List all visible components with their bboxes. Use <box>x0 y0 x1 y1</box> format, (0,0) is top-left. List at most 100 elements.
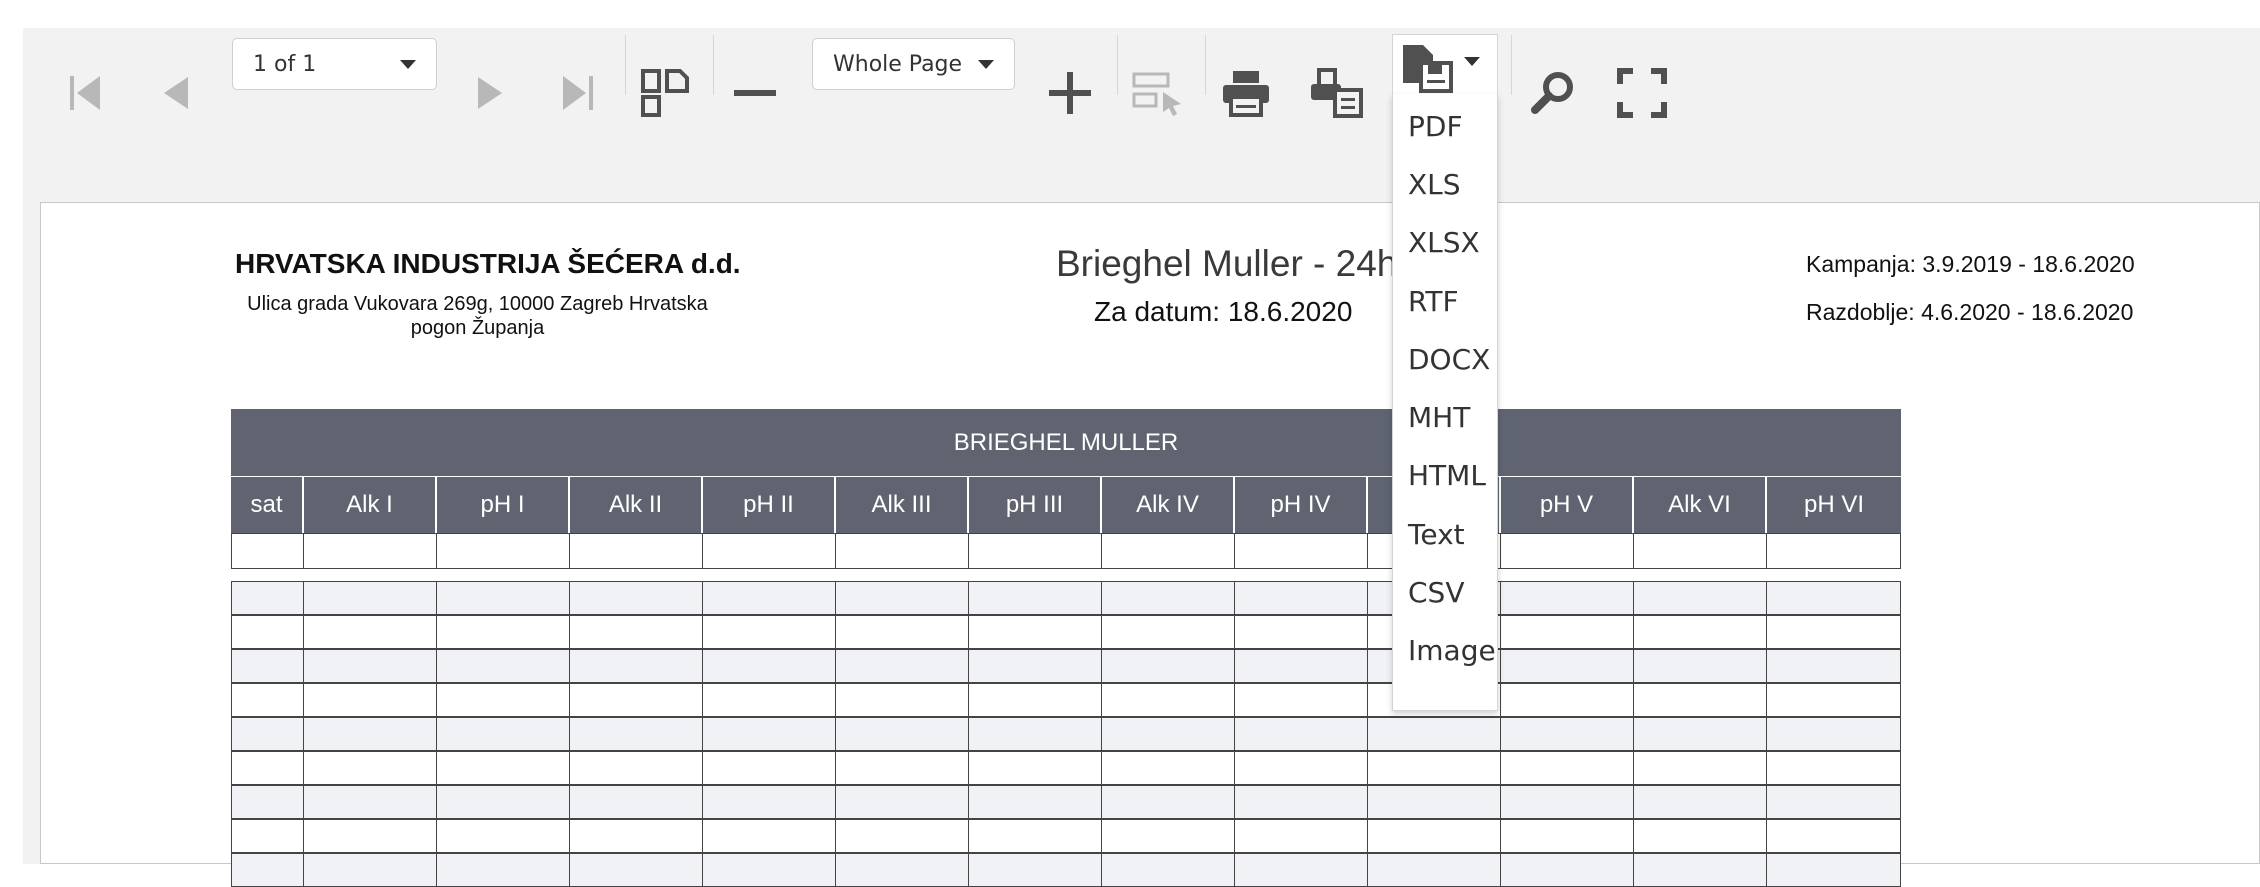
zoom-selector[interactable]: Whole Page <box>812 38 1015 90</box>
export-button[interactable] <box>1392 34 1498 94</box>
table-cell <box>1235 820 1368 852</box>
table-cell <box>836 752 969 784</box>
zoom-selector-value: Whole Page <box>833 51 963 77</box>
table-cell <box>570 820 703 852</box>
last-page-button[interactable] <box>545 61 609 125</box>
table-cell <box>1102 582 1235 614</box>
table-cell <box>703 854 836 886</box>
table-cell <box>1501 854 1634 886</box>
table-cell <box>1368 752 1501 784</box>
table-row <box>231 615 1901 649</box>
column-header: Alk II <box>570 477 703 533</box>
page-selector[interactable]: 1 of 1 <box>232 38 437 90</box>
table-cell <box>703 582 836 614</box>
toolbar-separator <box>1205 35 1206 95</box>
table-cell <box>1102 854 1235 886</box>
table-cell <box>1235 534 1368 568</box>
table-row <box>231 533 1901 569</box>
table-cell <box>1501 616 1634 648</box>
table-cell <box>437 582 570 614</box>
table-cell <box>703 718 836 750</box>
table-cell <box>836 582 969 614</box>
fullscreen-button[interactable] <box>1610 61 1674 125</box>
printer-icon <box>1223 71 1269 117</box>
export-menu-item[interactable]: XLSX <box>1393 214 1497 272</box>
export-menu-item[interactable]: XLS <box>1393 155 1497 213</box>
table-cell <box>1767 582 1901 614</box>
table-cell <box>304 752 437 784</box>
table-cell <box>836 718 969 750</box>
export-menu-item[interactable]: RTF <box>1393 272 1497 330</box>
table-cell <box>1501 534 1634 568</box>
table-cell <box>437 752 570 784</box>
previous-page-button[interactable] <box>144 61 208 125</box>
toolbar-separator <box>625 35 626 95</box>
export-menu-item[interactable]: CSV <box>1393 563 1497 621</box>
table-cell <box>969 534 1102 568</box>
table-cell <box>570 582 703 614</box>
table-cell <box>231 752 304 784</box>
address-line: Ulica grada Vukovara 269g, 10000 Zagreb … <box>247 293 708 315</box>
table-cell <box>836 854 969 886</box>
table-cell <box>231 582 304 614</box>
table-cell <box>570 786 703 818</box>
next-page-button[interactable] <box>458 61 522 125</box>
column-header: pH VI <box>1767 477 1901 533</box>
company-address: Ulica grada Vukovara 269g, 10000 Zagreb … <box>235 292 720 340</box>
table-cell <box>969 854 1102 886</box>
table-cell <box>1634 786 1767 818</box>
table-cell <box>437 854 570 886</box>
table-cell <box>1235 616 1368 648</box>
table-cell <box>1368 786 1501 818</box>
table-cell <box>1634 718 1767 750</box>
campaign-period: Kampanja: 3.9.2019 - 18.6.2020 <box>1806 251 2135 277</box>
table-cell <box>437 718 570 750</box>
toolbar-separator <box>1511 35 1512 95</box>
table-cell <box>1235 582 1368 614</box>
table-cell <box>1102 718 1235 750</box>
table-cell <box>437 786 570 818</box>
table-cell <box>1102 534 1235 568</box>
export-menu-item[interactable]: HTML <box>1393 447 1497 505</box>
table-cell <box>231 684 304 716</box>
export-menu-item[interactable]: Text <box>1393 505 1497 563</box>
table-row <box>231 819 1901 853</box>
table-cell <box>1767 616 1901 648</box>
column-header: Alk III <box>836 477 969 533</box>
table-row <box>231 581 1901 615</box>
toolbar-separator <box>713 35 714 95</box>
table-cell <box>304 718 437 750</box>
table-cell <box>1102 616 1235 648</box>
table-cell <box>231 718 304 750</box>
export-menu-item[interactable]: MHT <box>1393 388 1497 446</box>
table-cell <box>231 854 304 886</box>
search-button[interactable] <box>1521 61 1585 125</box>
highlight-editing-fields-button[interactable] <box>1127 61 1191 125</box>
table-cell <box>1767 820 1901 852</box>
column-header: pH I <box>437 477 570 533</box>
print-button[interactable] <box>1214 61 1278 125</box>
table-cell <box>1767 534 1901 568</box>
zoom-out-button[interactable] <box>723 61 787 125</box>
multipage-icon <box>641 69 689 117</box>
table-cell <box>836 820 969 852</box>
export-menu-item[interactable]: Image <box>1393 622 1497 680</box>
table-cell <box>304 616 437 648</box>
table-cell <box>231 786 304 818</box>
report-date: Za datum: 18.6.2020 <box>1094 296 1353 327</box>
table-cell <box>969 718 1102 750</box>
column-header: Alk VI <box>1634 477 1767 533</box>
export-menu-item[interactable]: PDF <box>1393 97 1497 155</box>
export-icon <box>1403 45 1453 93</box>
export-menu-item[interactable]: DOCX <box>1393 330 1497 388</box>
multipage-button[interactable] <box>633 61 697 125</box>
table-cell <box>304 854 437 886</box>
table-cell <box>703 786 836 818</box>
zoom-in-button[interactable] <box>1038 61 1102 125</box>
table-cell <box>1368 820 1501 852</box>
print-page-button[interactable] <box>1304 61 1368 125</box>
first-page-button[interactable] <box>54 61 118 125</box>
table-cell <box>304 684 437 716</box>
table-cell <box>703 534 836 568</box>
address-line: pogon Županja <box>410 317 545 339</box>
